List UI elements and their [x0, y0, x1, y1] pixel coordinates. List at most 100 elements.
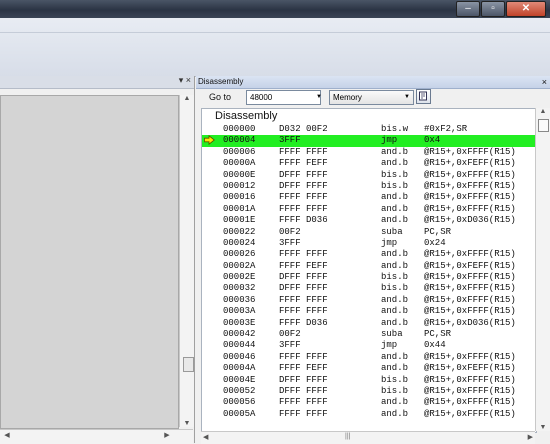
- disassembly-row[interactable]: 000046 FFFF FFFF and.b @R15+,0xFFFF(R15): [202, 352, 536, 363]
- row-opcode: 3FFF: [279, 237, 301, 248]
- disassembly-row[interactable]: 00002E DFFF FFFF bis.b @R15+,0xFFFF(R15): [202, 272, 536, 283]
- scroll-up-icon[interactable]: ▲: [536, 108, 550, 115]
- row-address: 00003A: [223, 306, 256, 317]
- row-opcode: FFFF FFFF: [279, 306, 328, 317]
- window-controls: – ▫ ✕: [455, 1, 546, 17]
- disassembly-vertical-scrollbar[interactable]: ▲ ▼: [535, 108, 550, 431]
- row-operands: @R15+,0xFFFF(R15): [424, 180, 516, 191]
- scroll-down-icon[interactable]: ▼: [180, 420, 194, 427]
- disassembly-row[interactable]: 000006 FFFF FFFF and.b @R15+,0xFFFF(R15): [202, 147, 536, 158]
- close-button[interactable]: ✕: [506, 1, 546, 17]
- disassembly-row[interactable]: 00001A FFFF FFFF and.b @R15+,0xFFFF(R15): [202, 204, 536, 215]
- disassembly-row[interactable]: 00000E DFFF FFFF bis.b @R15+,0xFFFF(R15): [202, 170, 536, 181]
- row-mnemonic: and.b: [381, 408, 409, 419]
- goto-toolbar: Go to 48000 ▼ Memory ▼: [196, 88, 550, 108]
- row-operands: @R15+,0xFFFF(R15): [424, 272, 516, 283]
- panel-close-icon[interactable]: ×: [542, 76, 547, 88]
- row-mnemonic: and.b: [381, 192, 409, 203]
- row-address: 000032: [223, 283, 256, 294]
- disassembly-row[interactable]: 00003E FFFF D036 and.b @R15+,0xD036(R15): [202, 318, 536, 329]
- disassembly-row[interactable]: 000032 DFFF FFFF bis.b @R15+,0xFFFF(R15): [202, 283, 536, 294]
- row-opcode: FFFF FEFF: [279, 363, 328, 374]
- disassembly-row[interactable]: 00001E FFFF D036 and.b @R15+,0xD036(R15): [202, 215, 536, 226]
- row-opcode: DFFF FFFF: [279, 169, 328, 180]
- row-address: 00000A: [223, 158, 256, 169]
- row-operands: 0x44: [424, 340, 446, 351]
- disassembly-row[interactable]: 000026 FFFF FFFF and.b @R15+,0xFFFF(R15): [202, 249, 536, 260]
- row-opcode: D032 00F2: [279, 124, 328, 134]
- row-opcode: FFFF FFFF: [279, 408, 328, 419]
- row-mnemonic: bis.b: [381, 385, 409, 396]
- chevron-down-icon[interactable]: ▼: [316, 91, 325, 104]
- row-operands: @R15+,0xFFFF(R15): [424, 408, 516, 419]
- disassembly-row[interactable]: 000016 FFFF FFFF and.b @R15+,0xFFFF(R15): [202, 192, 536, 203]
- left-panel-controls[interactable]: ▾ ×: [179, 75, 191, 86]
- row-address: 00005A: [223, 408, 256, 419]
- scroll-left-icon[interactable]: ◀: [0, 431, 14, 439]
- row-address: 000036: [223, 294, 256, 305]
- row-operands: @R15+,0xD036(R15): [424, 215, 516, 226]
- disassembly-row[interactable]: 00003A FFFF FFFF and.b @R15+,0xFFFF(R15): [202, 306, 536, 317]
- refresh-button[interactable]: [416, 89, 431, 104]
- row-operands: @R15+,0xFFFF(R15): [424, 146, 516, 157]
- scroll-grip-icon[interactable]: |||: [345, 433, 350, 440]
- left-panel-content: [0, 95, 179, 429]
- row-mnemonic: and.b: [381, 260, 409, 271]
- row-mnemonic: and.b: [381, 294, 409, 305]
- goto-address-input[interactable]: 48000: [246, 90, 321, 105]
- row-opcode: DFFF FFFF: [279, 272, 328, 283]
- arrow-right-icon: [204, 135, 216, 146]
- scroll-thumb[interactable]: [538, 119, 549, 132]
- disassembly-row[interactable]: 000036 FFFF FFFF and.b @R15+,0xFFFF(R15): [202, 295, 536, 306]
- scroll-right-icon[interactable]: ▶: [160, 431, 174, 439]
- row-operands: @R15+,0xFFFF(R15): [424, 203, 516, 214]
- maximize-button[interactable]: ▫: [481, 1, 505, 17]
- disassembly-row[interactable]: 000000 D032 00F2 bis.w #0xF2,SR: [202, 124, 536, 135]
- row-opcode: FFFF FEFF: [279, 260, 328, 271]
- disassembly-row[interactable]: 000052 DFFF FFFF bis.b @R15+,0xFFFF(R15): [202, 386, 536, 397]
- row-address: 000006: [223, 146, 256, 157]
- disassembly-row[interactable]: 000056 FFFF FFFF and.b @R15+,0xFFFF(R15): [202, 397, 536, 408]
- row-mnemonic: jmp: [381, 135, 398, 146]
- row-mnemonic: jmp: [381, 237, 398, 248]
- scroll-up-icon[interactable]: ▲: [180, 95, 194, 102]
- row-address: 000046: [223, 351, 256, 362]
- disassembly-row[interactable]: 00000A FFFF FEFF and.b @R15+,0xFEFF(R15): [202, 158, 536, 169]
- disassembly-row[interactable]: 00004A FFFF FEFF and.b @R15+,0xFEFF(R15): [202, 363, 536, 374]
- row-operands: @R15+,0xFFFF(R15): [424, 374, 516, 385]
- row-operands: @R15+,0xFFFF(R15): [424, 294, 516, 305]
- scroll-grip-icon[interactable]: [183, 357, 194, 372]
- disassembly-row[interactable]: 000012 DFFF FFFF bis.b @R15+,0xFFFF(R15): [202, 181, 536, 192]
- window-title-bar: – ▫ ✕: [0, 0, 550, 18]
- scroll-left-icon[interactable]: ◀: [203, 432, 208, 444]
- row-mnemonic: and.b: [381, 351, 409, 362]
- disassembly-row[interactable]: 000022 00F2 suba PC,SR: [202, 227, 536, 238]
- disassembly-row[interactable]: 00002A FFFF FEFF and.b @R15+,0xFEFF(R15): [202, 261, 536, 272]
- row-operands: @R15+,0xFFFF(R15): [424, 192, 516, 203]
- row-mnemonic: bis.b: [381, 272, 409, 283]
- row-opcode: DFFF FFFF: [279, 283, 328, 294]
- row-operands: @R15+,0xFFFF(R15): [424, 283, 516, 294]
- row-operands: @R15+,0xFEFF(R15): [424, 158, 516, 169]
- disassembly-row[interactable]: 00004E DFFF FFFF bis.b @R15+,0xFFFF(R15): [202, 375, 536, 386]
- disassembly-row[interactable]: 000044 3FFF jmp 0x44: [202, 340, 536, 351]
- disassembly-row[interactable]: 000004 3FFF jmp 0x4: [202, 135, 536, 147]
- scroll-right-icon[interactable]: ▶: [528, 432, 533, 444]
- scroll-down-icon[interactable]: ▼: [536, 424, 550, 431]
- row-opcode: FFFF FFFF: [279, 203, 328, 214]
- row-address: 00002E: [223, 272, 256, 283]
- disassembly-row[interactable]: 000024 3FFF jmp 0x24: [202, 238, 536, 249]
- row-mnemonic: suba: [381, 329, 403, 340]
- memory-space-select[interactable]: Memory ▼: [329, 90, 414, 105]
- left-horizontal-scrollbar[interactable]: ◀ ▶: [0, 429, 193, 444]
- row-address: 000022: [223, 226, 256, 237]
- disassembly-horizontal-scrollbar[interactable]: ◀ ||| ▶: [201, 431, 535, 444]
- row-address: 000012: [223, 180, 256, 191]
- row-opcode: FFFF D036: [279, 317, 328, 328]
- disassembly-row[interactable]: 00005A FFFF FFFF and.b @R15+,0xFFFF(R15): [202, 409, 536, 420]
- left-vertical-scrollbar[interactable]: ▲ ▼: [179, 95, 194, 427]
- disassembly-row[interactable]: 000042 00F2 suba PC,SR: [202, 329, 536, 340]
- row-mnemonic: suba: [381, 226, 403, 237]
- minimize-button[interactable]: –: [456, 1, 480, 17]
- disassembly-list[interactable]: Disassembly 000000 D032 00F2 bis.w #0xF2,SR…: [201, 108, 537, 433]
